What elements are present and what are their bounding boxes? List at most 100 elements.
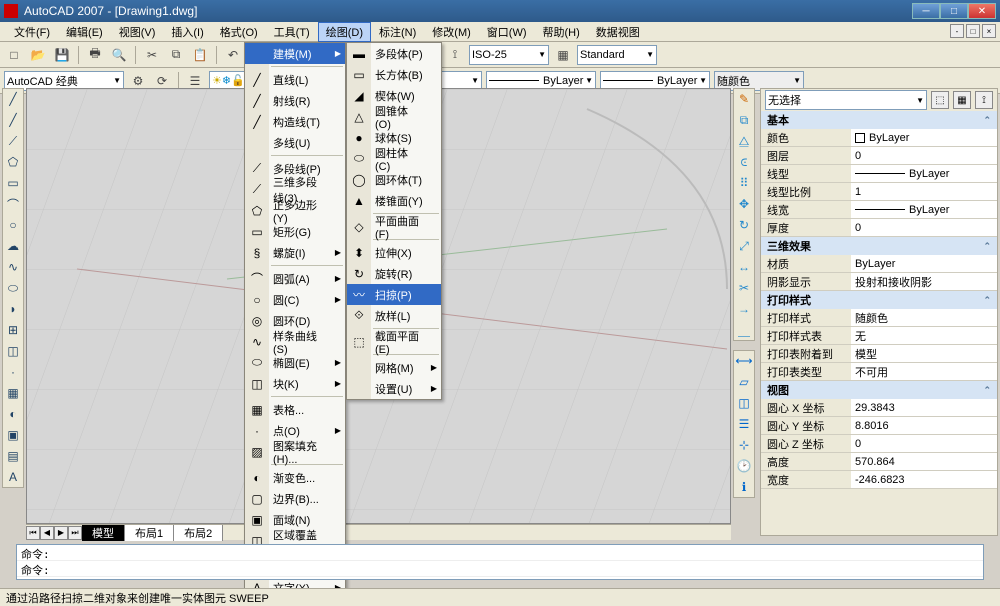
props-value[interactable]: 模型 — [851, 345, 997, 362]
minimize-button[interactable]: ─ — [912, 3, 940, 19]
offset-tool[interactable]: ⪽ — [734, 152, 754, 172]
menu-v[interactable]: 视图(V) — [111, 22, 164, 42]
region-mass-tool[interactable]: ◫ — [734, 393, 754, 413]
props-row-圆心 Z 坐标[interactable]: 圆心 Z 坐标0 — [761, 435, 997, 453]
menuitem-多线U[interactable]: 多线(U) — [245, 132, 345, 153]
layout-tab-0[interactable]: 模型 — [82, 525, 125, 541]
command-line[interactable]: 命令: — [17, 561, 983, 577]
time-tool[interactable]: 🕑 — [734, 456, 754, 476]
menu-d[interactable]: 绘图(D) — [318, 22, 371, 42]
menuitem-截面平面E[interactable]: ⬚截面平面(E) — [347, 331, 441, 352]
undo-button[interactable]: ↶ — [223, 45, 243, 65]
id-tool[interactable]: ⊹ — [734, 435, 754, 455]
menuitem-渐变色[interactable]: ◐渐变色... — [245, 467, 345, 488]
props-section-视图[interactable]: 视图⌃ — [761, 381, 997, 399]
props-section-打印样式[interactable]: 打印样式⌃ — [761, 291, 997, 309]
pickadd-button[interactable]: ▦ — [953, 91, 971, 109]
menuitem-楼锥面Y[interactable]: ▲楼锥面(Y) — [347, 190, 441, 211]
selection-combo[interactable]: 无选择▼ — [765, 90, 927, 110]
props-row-打印表类型[interactable]: 打印表类型不可用 — [761, 363, 997, 381]
stretch-tool[interactable]: ↔ — [734, 257, 754, 277]
menu-e[interactable]: 编辑(E) — [58, 22, 111, 42]
dimstyle-combo[interactable]: ISO-25▼ — [469, 45, 549, 65]
break-tool[interactable]: ⸏ — [734, 320, 754, 340]
props-value[interactable]: 1 — [851, 183, 997, 200]
menuitem-网格M[interactable]: 网格(M)▶ — [347, 357, 441, 378]
props-value[interactable]: 随颜色 — [851, 309, 997, 326]
menuitem-矩形G[interactable]: ▭矩形(G) — [245, 221, 345, 242]
menuitem-圆C[interactable]: ○圆(C)▶ — [245, 289, 345, 310]
hatch-tool[interactable]: ▦ — [3, 383, 23, 403]
menuitem-多段体P[interactable]: ▬多段体(P) — [347, 43, 441, 64]
props-row-阴影显示[interactable]: 阴影显示投射和接收阴影 — [761, 273, 997, 291]
props-value[interactable]: ByLayer — [851, 201, 997, 218]
props-row-颜色[interactable]: 颜色ByLayer — [761, 129, 997, 147]
menu-n[interactable]: 标注(N) — [371, 22, 424, 42]
maximize-button[interactable]: □ — [940, 3, 968, 19]
menuitem-拉伸X[interactable]: ⬍拉伸(X) — [347, 242, 441, 263]
menuitem-圆弧A[interactable]: ⌒圆弧(A)▶ — [245, 268, 345, 289]
menuitem-正多边形Y[interactable]: ⬠正多边形(Y) — [245, 200, 345, 221]
menuitem-构造线T[interactable]: ╱构造线(T) — [245, 111, 345, 132]
props-row-打印样式表[interactable]: 打印样式表无 — [761, 327, 997, 345]
tablestyle-icon[interactable]: ▦ — [553, 45, 573, 65]
menu-t[interactable]: 工具(T) — [266, 22, 318, 42]
menuitem-边界B[interactable]: ▢边界(B)... — [245, 488, 345, 509]
mirror-tool[interactable]: ⧋ — [734, 131, 754, 151]
trim-tool[interactable]: ✂ — [734, 278, 754, 298]
tab-prev-button[interactable]: ◀ — [40, 526, 54, 540]
tab-last-button[interactable]: ⏭ — [68, 526, 82, 540]
props-value[interactable]: 8.8016 — [851, 417, 997, 434]
menuitem-样条曲线S[interactable]: ∿样条曲线(S) — [245, 331, 345, 352]
menuitem-长方体B[interactable]: ▭长方体(B) — [347, 64, 441, 85]
layout-tab-1[interactable]: 布局1 — [125, 525, 174, 541]
menu-[interactable]: 数据视图 — [588, 22, 648, 42]
props-row-线型比例[interactable]: 线型比例1 — [761, 183, 997, 201]
menu-m[interactable]: 修改(M) — [424, 22, 479, 42]
dimstyle-icon[interactable]: ⟟ — [445, 45, 465, 65]
command-window[interactable]: 命令: 命令: — [16, 544, 984, 580]
circle-tool[interactable]: ○ — [3, 215, 23, 235]
insertblock-tool[interactable]: ⊞ — [3, 320, 23, 340]
menuitem-圆锥体O[interactable]: △圆锥体(O) — [347, 106, 441, 127]
status-tool[interactable]: ℹ — [734, 477, 754, 497]
menuitem-椭圆E[interactable]: ⬭椭圆(E)▶ — [245, 352, 345, 373]
close-button[interactable]: ✕ — [968, 3, 996, 19]
print-button[interactable]: 🖶 — [85, 45, 105, 65]
props-value[interactable]: 投射和接收阴影 — [851, 273, 997, 290]
line-tool[interactable]: ╱ — [3, 89, 23, 109]
region-tool[interactable]: ▣ — [3, 425, 23, 445]
makeblock-tool[interactable]: ◫ — [3, 341, 23, 361]
mdi-close-button[interactable]: × — [982, 24, 996, 38]
props-value[interactable]: 0 — [851, 219, 997, 236]
menuitem-直线L[interactable]: ╱直线(L) — [245, 69, 345, 90]
select-button[interactable]: ⟟ — [975, 91, 993, 109]
props-row-图层[interactable]: 图层0 — [761, 147, 997, 165]
mdi-minimize-button[interactable]: - — [950, 24, 964, 38]
menuitem-表格[interactable]: ▦表格... — [245, 399, 345, 420]
menuitem-块K[interactable]: ◫块(K)▶ — [245, 373, 345, 394]
props-section-基本[interactable]: 基本⌃ — [761, 111, 997, 129]
ellipse-tool[interactable]: ⬭ — [3, 278, 23, 298]
arc-tool[interactable]: ⌒ — [3, 194, 23, 214]
menuitem-扫掠P[interactable]: 〰扫掠(P) — [347, 284, 441, 305]
menuitem-射线R[interactable]: ╱射线(R) — [245, 90, 345, 111]
distance-tool[interactable]: ⟷ — [734, 351, 754, 371]
props-value[interactable]: 不可用 — [851, 363, 997, 380]
props-row-宽度[interactable]: 宽度-246.6823 — [761, 471, 997, 489]
list-tool[interactable]: ☰ — [734, 414, 754, 434]
props-row-线型[interactable]: 线型ByLayer — [761, 165, 997, 183]
props-value[interactable]: 无 — [851, 327, 997, 344]
tablestyle-combo[interactable]: Standard▼ — [577, 45, 657, 65]
move-tool[interactable]: ✥ — [734, 194, 754, 214]
erase-tool[interactable]: ✎ — [734, 89, 754, 109]
props-row-厚度[interactable]: 厚度0 — [761, 219, 997, 237]
scale-tool[interactable]: ⤢ — [734, 236, 754, 256]
array-tool[interactable]: ⠿ — [734, 173, 754, 193]
table-tool[interactable]: ▤ — [3, 446, 23, 466]
copy-tool[interactable]: ⧉ — [734, 110, 754, 130]
menuitem-圆柱体C[interactable]: ⬭圆柱体(C) — [347, 148, 441, 169]
extend-tool[interactable]: → — [734, 299, 754, 319]
props-row-圆心 Y 坐标[interactable]: 圆心 Y 坐标8.8016 — [761, 417, 997, 435]
layout-tab-2[interactable]: 布局2 — [174, 525, 223, 541]
